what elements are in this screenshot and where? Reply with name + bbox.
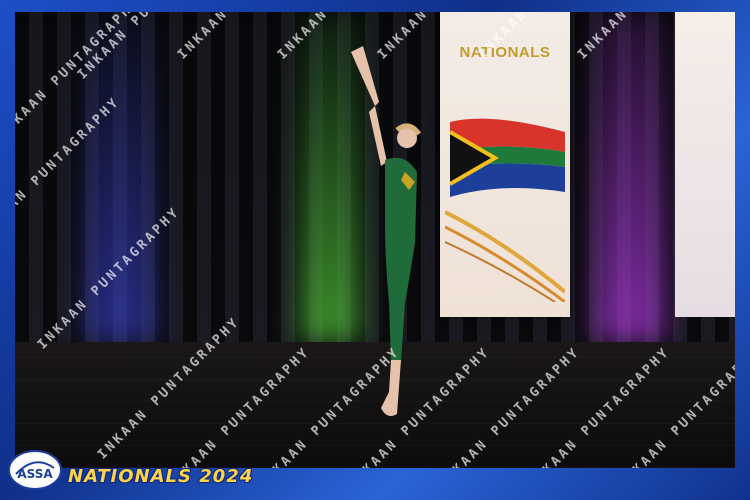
photo-frame: NATIONALS INKAAN PUNTAGRAPHY INKAAN PUNT…	[0, 0, 750, 500]
nationals-banner: NATIONALS	[440, 12, 570, 317]
purple-stage-light	[595, 12, 665, 342]
blue-stage-light	[85, 12, 155, 342]
dance-photo: NATIONALS INKAAN PUNTAGRAPHY INKAAN PUNT…	[15, 12, 735, 468]
event-title: NATIONALS 2024	[68, 466, 254, 487]
assa-logo: ASSA	[8, 450, 62, 490]
dancer-figure	[351, 46, 422, 416]
logo-text: ASSA	[17, 467, 53, 481]
decorative-stripes	[445, 210, 565, 302]
banner-title: NATIONALS	[459, 44, 551, 61]
second-banner	[675, 12, 735, 317]
south-africa-flag-icon	[450, 118, 565, 197]
